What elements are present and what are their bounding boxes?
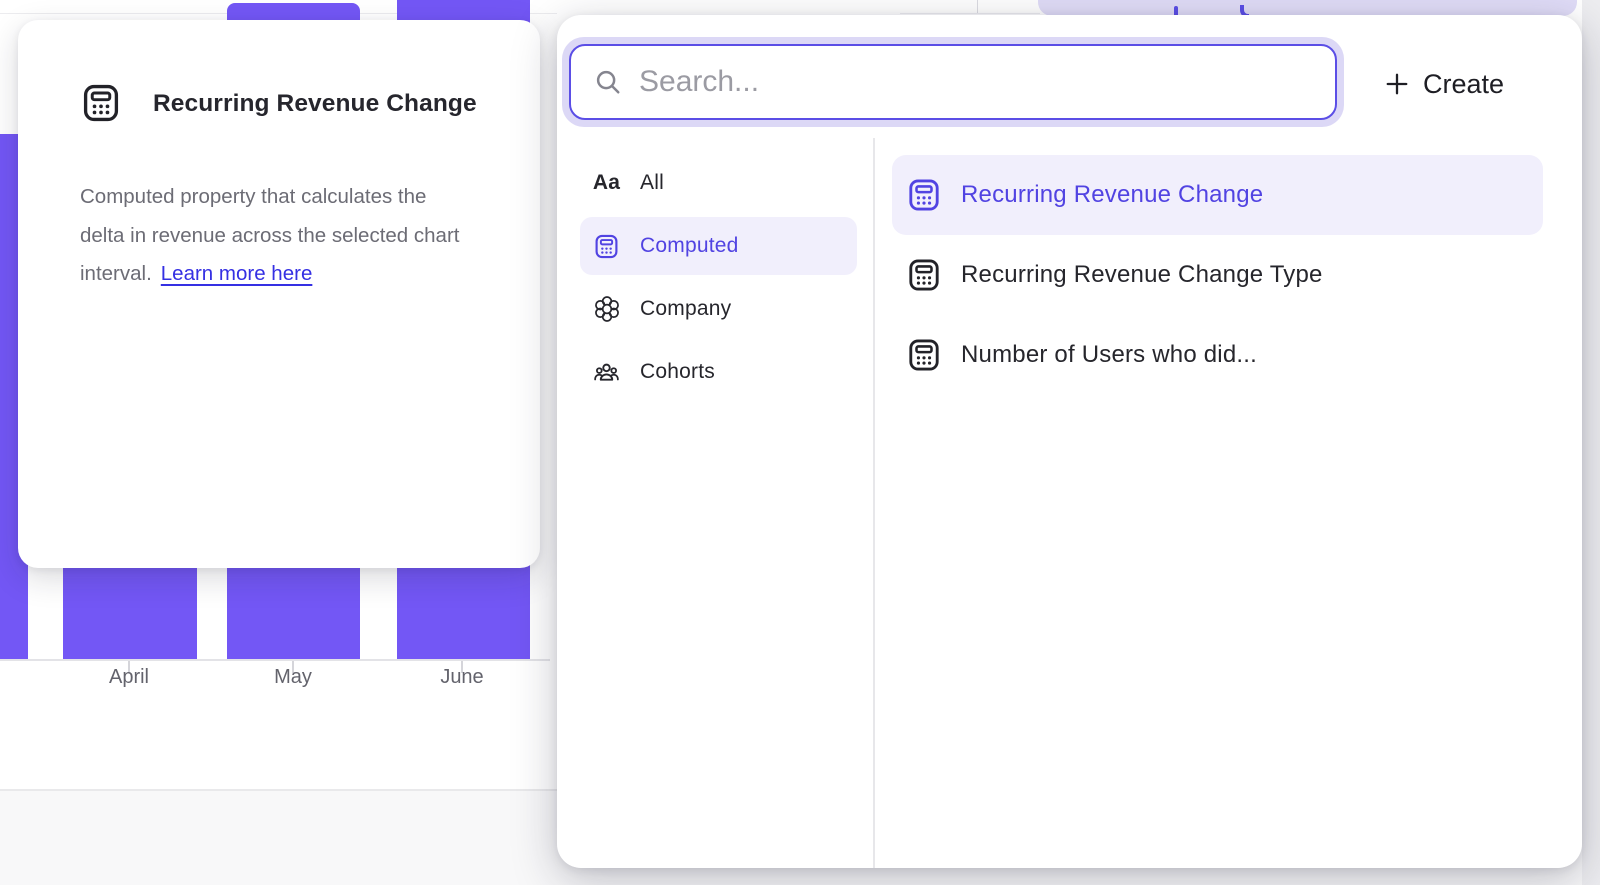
create-button-label: Create xyxy=(1423,69,1504,100)
sidebar-item-label: Computed xyxy=(640,234,739,258)
tooltip-description-line: Computed property that calculates the xyxy=(80,185,426,208)
calculator-icon xyxy=(593,233,620,260)
search-field[interactable] xyxy=(569,44,1337,120)
page-right-gutter xyxy=(1582,0,1600,885)
search-icon xyxy=(593,67,623,97)
calculator-icon xyxy=(905,177,943,213)
result-item-recurring-revenue-change-type[interactable]: Recurring Revenue Change Type xyxy=(892,235,1543,315)
tooltip-description-line: interval. xyxy=(80,262,152,285)
result-item-label: Number of Users who did... xyxy=(961,341,1257,369)
tooltip-description: Computed property that calculates the de… xyxy=(80,178,520,294)
sidebar-item-cohorts[interactable]: Cohorts xyxy=(580,343,857,401)
background-card-top-edge xyxy=(900,13,1040,14)
background-column-divider xyxy=(977,0,978,13)
learn-more-link[interactable]: Learn more here xyxy=(161,262,313,285)
search-focus-ring xyxy=(562,37,1344,127)
plus-icon xyxy=(1385,72,1409,96)
clipped-property-pill[interactable] xyxy=(1038,0,1577,16)
result-item-label: Recurring Revenue Change Type xyxy=(961,261,1323,289)
x-axis-label: May xyxy=(233,666,353,689)
create-button[interactable]: Create xyxy=(1385,61,1565,107)
x-axis-label: April xyxy=(69,666,189,689)
calculator-icon xyxy=(905,337,943,373)
result-item-number-of-users-who-did[interactable]: Number of Users who did... xyxy=(892,315,1543,395)
company-cluster-icon xyxy=(593,296,620,322)
tooltip-title: Recurring Revenue Change xyxy=(153,90,477,118)
results-list: Recurring Revenue Change Recurring Reven… xyxy=(892,155,1543,395)
cohorts-people-icon xyxy=(593,359,620,386)
calculator-icon xyxy=(80,82,122,124)
x-axis-label: June xyxy=(402,666,522,689)
app-viewport: April May June Recurring Revenue Change … xyxy=(0,0,1600,885)
property-tooltip-card: Recurring Revenue Change Computed proper… xyxy=(18,20,540,568)
search-input[interactable] xyxy=(639,65,1317,99)
sidebar-item-all[interactable]: Aa All xyxy=(580,154,857,212)
tooltip-description-line: delta in revenue across the selected cha… xyxy=(80,224,459,247)
aa-text-icon: Aa xyxy=(593,171,620,195)
sidebar-item-computed[interactable]: Computed xyxy=(580,217,857,275)
calculator-icon xyxy=(905,257,943,293)
modal-column-divider xyxy=(873,138,875,868)
sidebar-item-company[interactable]: Company xyxy=(580,280,857,338)
result-item-recurring-revenue-change[interactable]: Recurring Revenue Change xyxy=(892,155,1543,235)
property-picker-modal: Create Aa All Computed Company Cohorts xyxy=(557,15,1582,868)
sidebar-item-label: Cohorts xyxy=(640,360,715,384)
result-item-label: Recurring Revenue Change xyxy=(961,181,1263,209)
sidebar-item-label: All xyxy=(640,171,664,195)
category-sidebar: Aa All Computed Company Cohorts xyxy=(580,154,857,406)
x-axis-line xyxy=(0,659,550,661)
sidebar-item-label: Company xyxy=(640,297,731,321)
